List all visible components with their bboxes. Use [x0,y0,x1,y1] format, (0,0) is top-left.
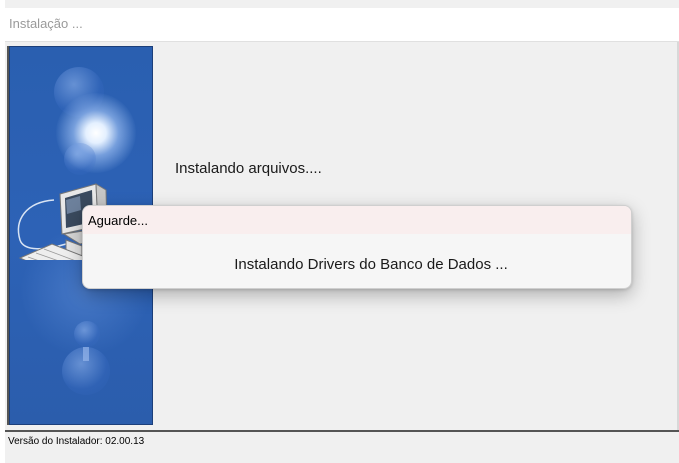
installer-version-label: Versão do Instalador: 02.00.13 [8,436,145,447]
status-bar: Versão do Instalador: 02.00.13 [5,430,679,453]
wait-dialog: Aguarde... Instalando Drivers do Banco d… [82,205,632,289]
window-title-bar[interactable]: Instalação ... [5,8,679,42]
bubble-decoration [74,321,100,347]
dialog-title: Aguarde... [88,213,148,228]
bubble-decoration [83,347,89,361]
installer-window: Instalação ... Instalando arquivos.... A… [0,0,679,463]
installing-files-label: Instalando arquivos.... [175,160,322,177]
dialog-message: Instalando Drivers do Banco de Dados ... [234,256,508,273]
window-title: Instalação ... [9,16,83,31]
dialog-title-bar[interactable]: Aguarde... [83,206,631,234]
